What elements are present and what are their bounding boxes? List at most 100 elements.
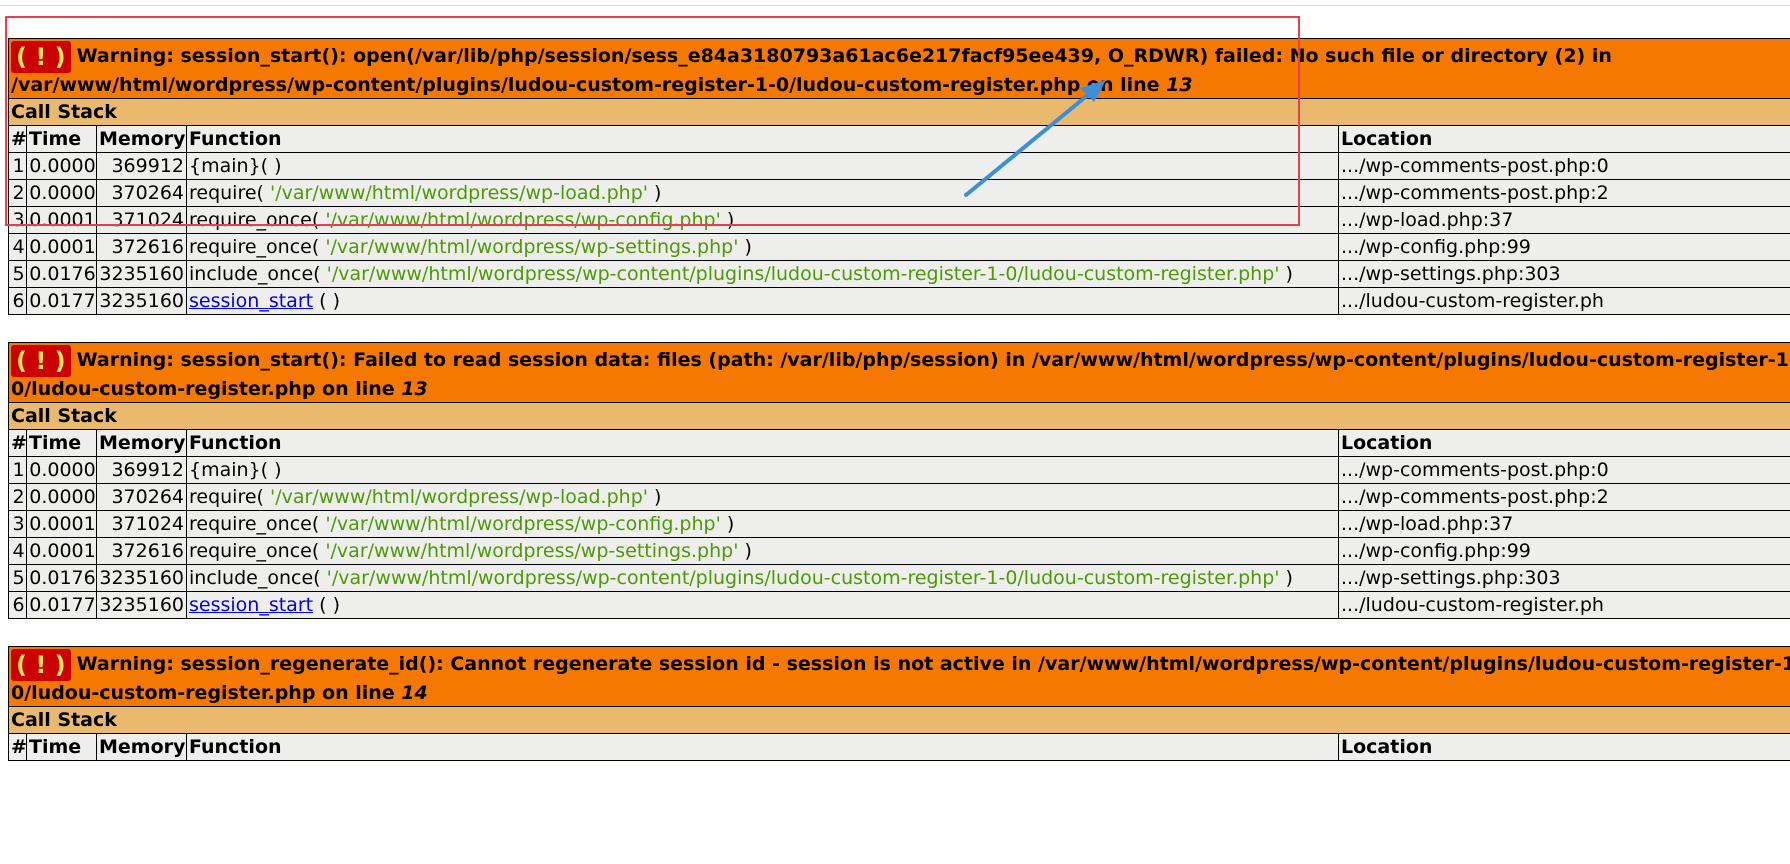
col-num-header: # <box>8 429 27 457</box>
function-name: {main}( ) <box>189 155 282 177</box>
call-stack-column-header: # Time Memory Function Location <box>8 125 1790 153</box>
frame-memory: 369912 <box>96 152 187 180</box>
col-num-header: # <box>8 125 27 153</box>
col-memory-header: Memory <box>96 429 187 457</box>
col-location-header: Location <box>1338 125 1790 153</box>
frame-memory: 372616 <box>96 233 187 261</box>
function-tail: ) <box>720 209 735 231</box>
frame-function: require_once( '/var/www/html/wordpress/w… <box>186 233 1339 261</box>
call-stack-row: 4 0.0001 372616 require_once( '/var/www/htm… <box>8 233 1790 261</box>
function-doc-link[interactable]: session_start <box>189 594 313 616</box>
function-tail: ( ) <box>313 594 340 616</box>
frame-location: .../wp-config.php:99 <box>1338 233 1790 261</box>
call-stack-row: 5 0.0176 3235160 include_once( '/var/www/ht… <box>8 260 1790 288</box>
col-location-header: Location <box>1337 429 1790 457</box>
frame-function: session_start ( ) <box>186 591 1339 619</box>
frame-number: 1 <box>8 152 27 180</box>
frame-memory: 3235160 <box>96 591 187 619</box>
warning-icon: ( ! ) <box>11 649 71 681</box>
function-argument: '/var/www/html/wordpress/wp-content/plug… <box>326 567 1280 589</box>
frame-time: 0.0000 <box>26 152 97 180</box>
frame-location: .../ludou-custom-register.ph <box>1337 591 1790 619</box>
function-tail: ) <box>738 236 752 258</box>
frame-memory: 369912 <box>96 456 187 484</box>
error-message: ( ! ) Warning: session_start(): open(/var… <box>8 38 1790 99</box>
col-time-header: Time <box>26 429 97 457</box>
frame-function: include_once( '/var/www/html/wordpress/w… <box>186 564 1339 592</box>
col-location-header: Location <box>1337 733 1790 761</box>
function-argument: '/var/www/html/wordpress/wp-settings.php… <box>325 236 739 258</box>
call-stack-row: 3 0.0001 371024 require_once( '/var/www/htm… <box>8 510 1790 538</box>
function-argument: '/var/www/html/wordpress/wp-config.php' <box>325 209 721 231</box>
frame-memory: 370264 <box>96 483 187 511</box>
call-stack-row: 4 0.0001 372616 require_once( '/var/www/htm… <box>8 537 1790 565</box>
call-stack-column-header: # Time Memory Function Location <box>8 429 1790 457</box>
error-line-number: 14 <box>401 682 428 704</box>
frame-number: 5 <box>8 260 27 288</box>
frame-location: .../wp-comments-post.php:2 <box>1338 179 1790 207</box>
frame-time: 0.0000 <box>26 483 97 511</box>
function-name: include_once( <box>189 263 327 285</box>
frame-function: require_once( '/var/www/html/wordpress/w… <box>186 510 1339 538</box>
frame-number: 5 <box>8 564 27 592</box>
frame-function: {main}( ) <box>186 152 1339 180</box>
frame-memory: 371024 <box>96 206 187 234</box>
function-name: require( <box>189 182 271 204</box>
frame-time: 0.0177 <box>26 287 97 315</box>
function-doc-link[interactable]: session_start <box>189 290 313 312</box>
function-name: require_once( <box>189 540 326 562</box>
frame-memory: 3235160 <box>96 260 187 288</box>
function-argument: '/var/www/html/wordpress/wp-load.php' <box>270 182 648 204</box>
function-tail: ) <box>647 182 662 204</box>
frame-location: .../wp-settings.php:303 <box>1338 260 1790 288</box>
function-name: include_once( <box>189 567 327 589</box>
col-memory-header: Memory <box>96 733 187 761</box>
error-line-number: 13 <box>401 378 428 400</box>
col-function-header: Function <box>186 733 1339 761</box>
frame-time: 0.0001 <box>26 206 97 234</box>
error-message: ( ! ) Warning: session_start(): Failed to… <box>7 342 1790 403</box>
call-stack-row: 1 0.0000 369912 {main}( ) .../wp-comments-po… <box>8 152 1790 180</box>
call-stack-label: Call Stack <box>7 402 1790 430</box>
frame-number: 3 <box>8 206 27 234</box>
function-name: require_once( <box>189 209 326 231</box>
error-line-number: 13 <box>1166 74 1193 96</box>
frame-function: {main}( ) <box>186 456 1339 484</box>
frame-number: 6 <box>8 591 27 619</box>
function-name: require_once( <box>189 513 326 535</box>
warning-icon: ( ! ) <box>11 41 71 73</box>
call-stack-label: Call Stack <box>7 706 1790 734</box>
xdebug-error-table: ( ! ) Warning: session_start(): open(/var… <box>8 38 1790 315</box>
call-stack-row: 5 0.0176 3235160 include_once( '/var/www/ht… <box>8 564 1790 592</box>
call-stack-row: 2 0.0000 370264 require( '/var/www/html/wor… <box>8 483 1790 511</box>
function-argument: '/var/www/html/wordpress/wp-settings.php… <box>325 540 739 562</box>
function-tail: ( ) <box>313 290 340 312</box>
col-time-header: Time <box>26 733 97 761</box>
frame-number: 3 <box>8 510 27 538</box>
frame-time: 0.0176 <box>26 564 97 592</box>
call-stack-row: 6 0.0177 3235160 session_start ( ) .../ludou… <box>8 591 1790 619</box>
call-stack-row: 1 0.0000 369912 {main}( ) .../wp-comments-po… <box>8 456 1790 484</box>
frame-location: .../wp-load.php:37 <box>1338 206 1790 234</box>
function-name: {main}( ) <box>189 459 282 481</box>
top-divider <box>0 5 1790 6</box>
frame-number: 4 <box>8 537 27 565</box>
function-tail: ) <box>647 486 662 508</box>
call-stack-column-header: # Time Memory Function Location <box>8 733 1790 761</box>
frame-location: .../wp-settings.php:303 <box>1337 564 1790 592</box>
function-name: require_once( <box>189 236 326 258</box>
frame-time: 0.0001 <box>26 233 97 261</box>
function-argument: '/var/www/html/wordpress/wp-content/plug… <box>326 263 1280 285</box>
frame-time: 0.0176 <box>26 260 97 288</box>
frame-location: .../wp-config.php:99 <box>1337 537 1790 565</box>
col-function-header: Function <box>186 125 1339 153</box>
error-message-text: Warning: session_start(): Failed to read… <box>11 349 1790 400</box>
frame-memory: 371024 <box>96 510 187 538</box>
frame-memory: 3235160 <box>96 564 187 592</box>
col-memory-header: Memory <box>96 125 187 153</box>
function-tail: ) <box>1279 567 1293 589</box>
frame-function: session_start ( ) <box>186 287 1339 315</box>
frame-location: .../ludou-custom-register.ph <box>1338 287 1790 315</box>
function-argument: '/var/www/html/wordpress/wp-config.php' <box>325 513 721 535</box>
call-stack-row: 6 0.0177 3235160 session_start ( ) .../ludou… <box>8 287 1790 315</box>
